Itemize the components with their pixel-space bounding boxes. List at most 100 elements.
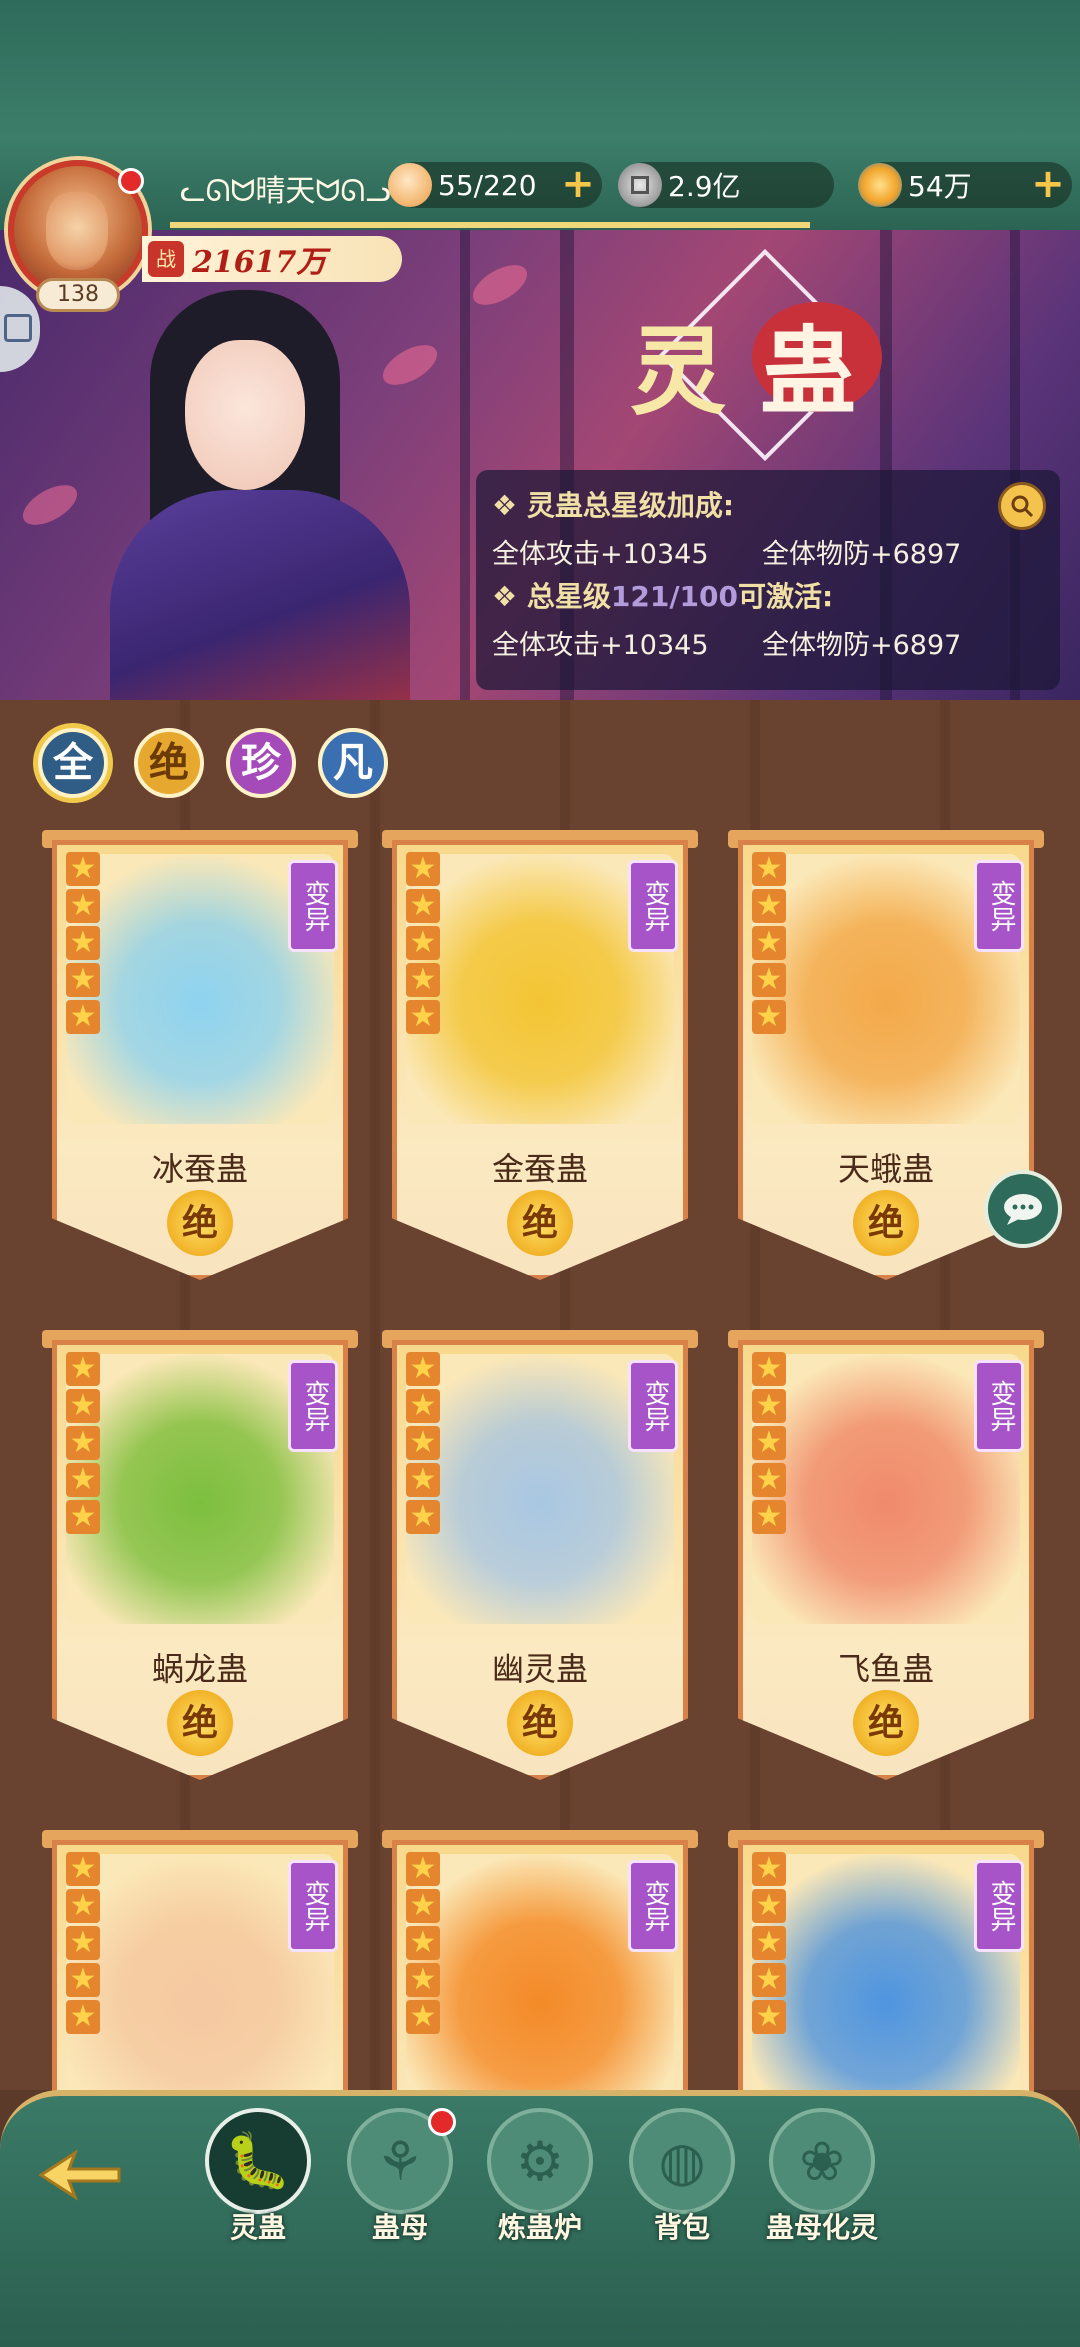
gu-card[interactable]: ★ ★ ★ ★ ★ 变异 金蚕蛊绝: [382, 830, 698, 1298]
search-icon: [1011, 495, 1034, 518]
star-bonus-panel: ❖ 灵蛊总星级加成: 全体攻击+10345 全体物防+6897 ❖ 总星级121…: [476, 470, 1060, 690]
coin-icon: [618, 163, 662, 207]
total-defense: 全体物防+6897: [762, 539, 962, 570]
progress-line: [170, 222, 810, 228]
star-icon: ★: [752, 1889, 786, 1923]
mutation-badge: 变异: [288, 1860, 338, 1952]
star-icon: ★: [406, 1426, 440, 1460]
gu-card[interactable]: ★ ★ ★ ★ ★ 变异 蜗龙蛊绝: [42, 1330, 358, 1798]
gu-name: 金蚕蛊: [491, 1150, 588, 1188]
resource-coins: 2.9亿: [618, 162, 834, 208]
star-rating: ★ ★ ★ ★ ★: [752, 1852, 788, 2037]
hero-banner: 灵 蛊 ❖ 灵蛊总星级加成: 全体攻击+10345 全体物防+6897 ❖ 总星…: [0, 230, 1080, 700]
rank-badge: 绝: [853, 1690, 919, 1756]
star-icon: ★: [66, 1463, 100, 1497]
nav-backpack[interactable]: ◍ 背包: [622, 2108, 742, 2268]
rank-badge: 绝: [507, 1190, 573, 1256]
chat-button[interactable]: [984, 1170, 1062, 1248]
filter-rare[interactable]: 珍: [226, 728, 296, 798]
gu-name: 蜗龙蛊: [151, 1650, 248, 1688]
star-icon: ★: [752, 852, 786, 886]
star-icon: ★: [66, 1352, 100, 1386]
back-button[interactable]: [30, 2140, 130, 2210]
star-icon: ★: [752, 1963, 786, 1997]
search-button[interactable]: [998, 482, 1046, 530]
nav-silkworm[interactable]: 🐛 灵蛊: [198, 2108, 318, 2268]
character-body: [110, 490, 410, 700]
star-icon: ★: [406, 1000, 440, 1034]
back-arrow-icon: [38, 2149, 121, 2201]
gu-name: 幽灵蛊: [491, 1650, 588, 1688]
add-buns-button[interactable]: +: [558, 164, 598, 205]
player-name: ᓚᘏᗢ晴天ᗢᘏᓗ: [180, 174, 391, 209]
star-icon: ★: [752, 1000, 786, 1034]
activate-label: ❖ 总星级121/100可激活:: [492, 580, 834, 613]
star-icon: ★: [406, 1852, 440, 1886]
gu-name: 飞鱼蛊: [837, 1650, 934, 1688]
star-icon: ★: [406, 1926, 440, 1960]
spirit-icon: ❀: [799, 2129, 845, 2193]
petal: [376, 337, 444, 393]
add-gems-button[interactable]: +: [1028, 164, 1068, 205]
nav-label: 背包: [653, 2211, 710, 2244]
star-icon: ★: [406, 1352, 440, 1386]
nav-label: 灵蛊: [229, 2211, 286, 2244]
star-icon: ★: [752, 963, 786, 997]
bamboo-stalk: [460, 230, 470, 700]
star-icon: ★: [66, 1389, 100, 1423]
star-icon: ★: [752, 1500, 786, 1534]
petal: [466, 257, 534, 313]
nav-badge-dot: [428, 2108, 456, 2136]
nav-furnace[interactable]: ⚙ 炼蛊炉: [480, 2108, 600, 2268]
mutation-badge: 变异: [628, 1360, 678, 1452]
nav-label: 炼蛊炉: [497, 2211, 582, 2244]
player-level: 138: [36, 278, 120, 312]
star-rating: ★ ★ ★ ★ ★: [66, 852, 102, 1037]
avatar-face: [46, 192, 108, 270]
star-icon: ★: [406, 963, 440, 997]
petal: [16, 477, 84, 533]
mutation-badge: 变异: [288, 860, 338, 952]
combat-power: 战 21617万: [142, 236, 402, 282]
star-rating: ★ ★ ★ ★ ★: [406, 1852, 442, 2037]
star-icon: ★: [66, 963, 100, 997]
gu-mother-icon: ⚘: [375, 2129, 425, 2193]
star-icon: ★: [752, 1352, 786, 1386]
star-icon: ★: [752, 1463, 786, 1497]
star-icon: ★: [752, 926, 786, 960]
power-tag: 战: [148, 241, 184, 277]
nav-spirit[interactable]: ❀ 蛊母化灵: [762, 2108, 882, 2268]
gu-card[interactable]: ★ ★ ★ ★ ★ 变异 幽灵蛊绝: [382, 1330, 698, 1798]
star-rating: ★ ★ ★ ★ ★: [752, 852, 788, 1037]
star-icon: ★: [406, 2000, 440, 2034]
star-icon: ★: [66, 1852, 100, 1886]
mutation-badge: 变异: [628, 1860, 678, 1952]
gu-name: 天蛾蛊: [837, 1150, 934, 1188]
gu-card[interactable]: ★ ★ ★ ★ ★ 变异 冰蚕蛊绝: [42, 830, 358, 1298]
next-defense: 全体物防+6897: [762, 630, 962, 661]
filter-common[interactable]: 凡: [318, 728, 388, 798]
star-icon: ★: [66, 926, 100, 960]
chat-icon: [1004, 1194, 1042, 1225]
mutation-badge: 变异: [288, 1360, 338, 1452]
star-icon: ★: [752, 1426, 786, 1460]
star-icon: ★: [66, 1889, 100, 1923]
star-icon: ★: [66, 889, 100, 923]
page-title: 灵 蛊: [620, 248, 910, 462]
star-icon: ★: [406, 926, 440, 960]
star-icon: ★: [752, 2000, 786, 2034]
star-icon: ★: [752, 1389, 786, 1423]
gem-icon: [858, 163, 902, 207]
bun-count: 55/220: [438, 168, 537, 202]
star-icon: ★: [406, 1463, 440, 1497]
filter-all[interactable]: 全: [38, 728, 108, 798]
resource-gems: 54万 +: [858, 162, 1072, 208]
resource-buns: 55/220 +: [388, 162, 602, 208]
mutation-badge: 变异: [628, 860, 678, 952]
silkworm-icon: 🐛: [224, 2129, 292, 2192]
star-rating: ★ ★ ★ ★ ★: [66, 1852, 102, 2037]
gu-card[interactable]: ★ ★ ★ ★ ★ 变异 飞鱼蛊绝: [728, 1330, 1044, 1798]
star-rating: ★ ★ ★ ★ ★: [752, 1352, 788, 1537]
title-char-1: 灵: [630, 315, 726, 428]
filter-legendary[interactable]: 绝: [134, 728, 204, 798]
